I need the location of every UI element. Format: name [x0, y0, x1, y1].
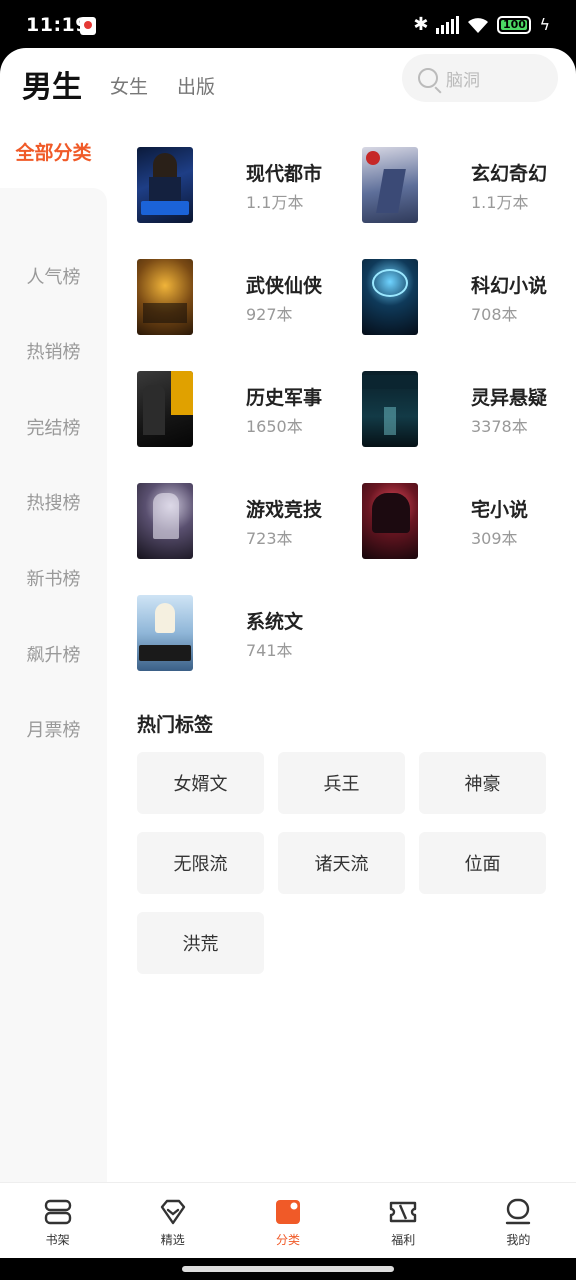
sidebar-item-label: 全部分类	[15, 142, 92, 164]
profile-icon	[503, 1197, 533, 1227]
sidebar-item-all-categories[interactable]: 全部分类	[0, 128, 107, 188]
book-cover-image	[362, 483, 418, 559]
app-container: 男生 女生 出版 脑洞 全部分类 人气榜 热销榜 完结榜 热搜榜 新书榜 飙升榜…	[0, 48, 576, 1258]
tab-bookshelf[interactable]: 书架	[0, 1183, 115, 1258]
category-count: 1650本	[246, 417, 303, 436]
category-item[interactable]: 宅小说 309本	[362, 483, 576, 563]
book-cover-image	[137, 371, 193, 447]
category-count: 1.1万本	[246, 193, 304, 212]
sidebar-item-monthly-ticket[interactable]: 月票榜	[0, 716, 107, 742]
category-item[interactable]: 武侠仙侠 927本	[137, 259, 363, 339]
book-cover-image	[137, 595, 193, 671]
category-icon	[273, 1197, 303, 1227]
tab-label: 书架	[45, 1233, 70, 1247]
category-item[interactable]: 历史军事 1650本	[137, 371, 363, 451]
ticket-icon	[388, 1197, 418, 1227]
category-name: 系统文	[246, 611, 304, 633]
home-gesture-handle[interactable]	[182, 1266, 394, 1272]
system-navigation-bar	[0, 1258, 576, 1280]
wifi-icon	[467, 16, 489, 34]
signal-icon	[436, 15, 460, 34]
search-placeholder: 脑洞	[446, 70, 480, 91]
ranking-sidebar: 全部分类 人气榜 热销榜 完结榜 热搜榜 新书榜 飙升榜 月票榜	[0, 128, 107, 1182]
status-bar: 11:19 ✱ 100 ϟ	[0, 0, 576, 50]
featured-icon	[158, 1197, 188, 1227]
category-item[interactable]: 游戏竞技 723本	[137, 483, 363, 563]
bottom-tab-bar: 书架 精选 分类 福利 我的	[0, 1182, 576, 1258]
book-cover-image	[137, 483, 193, 559]
book-cover-image	[362, 259, 418, 335]
tab-label: 我的	[506, 1233, 531, 1247]
sidebar-item-rising[interactable]: 飙升榜	[0, 641, 107, 667]
hot-tag[interactable]: 神豪	[419, 752, 546, 814]
category-item[interactable]: 灵异悬疑 3378本	[362, 371, 576, 451]
category-name: 游戏竞技	[246, 499, 323, 521]
category-count: 723本	[246, 529, 293, 548]
notification-icon	[80, 17, 96, 35]
category-count: 309本	[471, 529, 518, 548]
hot-tag[interactable]: 无限流	[137, 832, 264, 894]
tab-publish[interactable]: 出版	[177, 72, 215, 99]
tab-featured[interactable]: 精选	[115, 1183, 230, 1258]
book-cover-image	[137, 259, 193, 335]
hot-tags-title: 热门标签	[137, 714, 214, 736]
bluetooth-icon: ✱	[413, 14, 429, 35]
hot-tag[interactable]: 位面	[419, 832, 546, 894]
tab-label: 福利	[391, 1233, 416, 1247]
category-name: 现代都市	[246, 163, 323, 185]
top-navigation: 男生 女生 出版 脑洞	[0, 48, 576, 128]
battery-level: 100	[502, 18, 526, 31]
category-name: 灵异悬疑	[471, 387, 548, 409]
sidebar-item-popular[interactable]: 人气榜	[0, 263, 107, 289]
category-name: 宅小说	[471, 499, 529, 521]
category-count: 741本	[246, 641, 293, 660]
hot-tag[interactable]: 洪荒	[137, 912, 264, 974]
category-item[interactable]: 科幻小说 708本	[362, 259, 576, 339]
sidebar-item-hot-search[interactable]: 热搜榜	[0, 489, 107, 515]
category-item[interactable]: 现代都市 1.1万本	[137, 147, 363, 227]
category-item[interactable]: 玄幻奇幻 1.1万本	[362, 147, 576, 227]
hot-tag[interactable]: 兵王	[278, 752, 405, 814]
sidebar-item-new-books[interactable]: 新书榜	[0, 565, 107, 591]
tab-female[interactable]: 女生	[110, 72, 148, 99]
category-name: 玄幻奇幻	[471, 163, 548, 185]
tab-label: 精选	[160, 1233, 185, 1247]
category-count: 1.1万本	[471, 193, 529, 212]
tab-male[interactable]: 男生	[22, 62, 82, 106]
tab-welfare[interactable]: 福利	[346, 1183, 461, 1258]
category-name: 历史军事	[246, 387, 323, 409]
charging-icon: ϟ	[539, 15, 550, 34]
sidebar-item-completed[interactable]: 完结榜	[0, 414, 107, 440]
category-name: 科幻小说	[471, 275, 548, 297]
hot-tag[interactable]: 诸天流	[278, 832, 405, 894]
sidebar-item-bestseller[interactable]: 热销榜	[0, 338, 107, 364]
battery-icon: 100	[497, 15, 532, 34]
hot-tag[interactable]: 女婿文	[137, 752, 264, 814]
tab-label: 分类	[276, 1233, 301, 1247]
search-box[interactable]: 脑洞	[402, 54, 558, 102]
tab-category[interactable]: 分类	[230, 1183, 345, 1258]
tab-profile[interactable]: 我的	[461, 1183, 576, 1258]
book-cover-image	[362, 147, 418, 223]
bookshelf-icon	[43, 1197, 73, 1227]
category-content: 现代都市 1.1万本 玄幻奇幻 1.1万本 武侠仙侠 927本 科幻小说 708…	[107, 128, 576, 1182]
category-item[interactable]: 系统文 741本	[137, 595, 363, 675]
category-count: 708本	[471, 305, 518, 324]
category-count: 927本	[246, 305, 293, 324]
book-cover-image	[362, 371, 418, 447]
category-count: 3378本	[471, 417, 528, 436]
category-name: 武侠仙侠	[246, 275, 323, 297]
search-icon	[418, 68, 438, 88]
book-cover-image	[137, 147, 193, 223]
